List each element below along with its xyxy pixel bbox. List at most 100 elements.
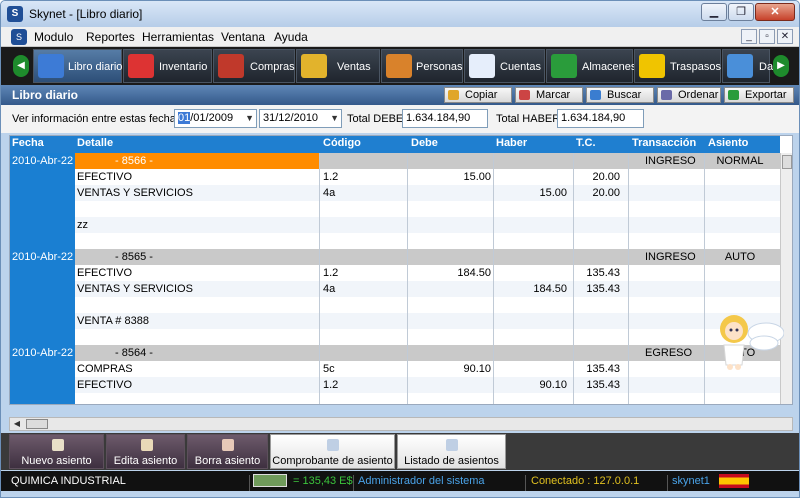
table-row[interactable]: zz	[75, 217, 780, 233]
angel-mascot-icon	[720, 315, 784, 370]
hscroll-thumb[interactable]	[26, 419, 48, 429]
table-row[interactable]	[75, 201, 780, 217]
toolbar-cuentas[interactable]: Cuentas	[464, 49, 545, 83]
borra-asiento-button[interactable]: Borra asiento	[187, 434, 268, 469]
group-row[interactable]: - 8566 - INGRESO NORMAL	[75, 153, 780, 169]
toolbar-da[interactable]: Da	[722, 49, 773, 83]
toolbar-almacenes[interactable]: Almacenes	[546, 49, 636, 83]
book-icon	[38, 54, 64, 78]
table-row[interactable]: EFECTIVO 1.2 90.10 135.43	[75, 377, 780, 393]
mdi-close-button[interactable]: ✕	[777, 29, 793, 44]
table-row[interactable]	[75, 233, 780, 249]
ordenar-button[interactable]: Ordenar	[657, 87, 721, 103]
table-row[interactable]	[75, 297, 780, 313]
cell-detalle: EFECTIVO	[77, 171, 133, 183]
cell-detalle: EFECTIVO	[77, 267, 133, 279]
group-transaccion: EGRESO	[645, 347, 693, 359]
cell-codigo: 4a	[323, 283, 336, 295]
toolbar-personas[interactable]: Personas	[381, 49, 463, 83]
menu-ayuda[interactable]: Ayuda	[274, 30, 308, 44]
col-haber[interactable]: Haber	[496, 137, 527, 149]
company-name: QUIMICA INDUSTRIAL	[11, 475, 126, 487]
comprobante-button[interactable]: Comprobante de asiento	[270, 434, 395, 469]
table-row[interactable]	[75, 393, 780, 404]
group-transaccion: INGRESO	[645, 155, 696, 167]
group-row[interactable]: - 8565 - INGRESO AUTO	[75, 249, 780, 265]
bottom-action-bar: Nuevo asiento Edita asiento Borra asient…	[1, 433, 799, 470]
list-icon	[446, 439, 458, 451]
spain-flag-icon	[719, 474, 749, 488]
group-transaccion: INGRESO	[645, 251, 696, 263]
col-codigo[interactable]: Código	[323, 137, 361, 149]
col-tc[interactable]: T.C.	[576, 137, 596, 149]
cart-icon	[218, 54, 244, 78]
table-row[interactable]: EFECTIVO 1.2 15.00 20.00	[75, 169, 780, 185]
group-date: 2010-Abr-22	[12, 155, 74, 167]
col-debe[interactable]: Debe	[411, 137, 438, 149]
marcar-button[interactable]: Marcar	[515, 87, 583, 103]
cell-haber: 184.50	[533, 283, 567, 295]
group-date: 2010-Abr-22	[12, 251, 74, 263]
dropdown-arrow-icon[interactable]: ▼	[330, 110, 339, 127]
copiar-button[interactable]: Copiar	[444, 87, 512, 103]
date-to-picker[interactable]: 31/12/2010 ▼	[259, 109, 342, 128]
table-row[interactable]: VENTAS Y SERVICIOS 4a 184.50 135.43	[75, 281, 780, 297]
cell-debe: 15.00	[463, 171, 491, 183]
toolbar-traspasos[interactable]: Traspasos	[634, 49, 721, 83]
date-from-picker[interactable]: 01/01/2009 ▼	[174, 109, 257, 128]
toolbar-next-icon[interactable]: ▶	[773, 55, 789, 77]
table-row[interactable]: EFECTIVO 1.2 184.50 135.43	[75, 265, 780, 281]
dollar-bill-icon	[253, 474, 287, 487]
toolbar-compras[interactable]: Compras	[213, 49, 295, 83]
table-row[interactable]: COMPRAS 5c 90.10 135.43	[75, 361, 780, 377]
title-bar[interactable]: S Skynet - [Libro diario] ▁ ❐ ✕	[1, 1, 799, 27]
mark-icon	[519, 90, 530, 100]
box-icon	[128, 54, 154, 78]
cell-detalle: VENTAS Y SERVICIOS	[77, 283, 193, 295]
delete-doc-icon	[222, 439, 234, 451]
toolbar-inventario[interactable]: Inventario	[123, 49, 212, 83]
menu-modulo[interactable]: Modulo	[34, 30, 73, 44]
horizontal-scrollbar[interactable]: ◀	[9, 417, 793, 431]
col-transaccion[interactable]: Transacción	[632, 137, 696, 149]
table-row[interactable]: VENTAS Y SERVICIOS 4a 15.00 20.00	[75, 185, 780, 201]
listado-button[interactable]: Listado de asientos	[397, 434, 506, 469]
cell-detalle: VENTA # 8388	[77, 315, 149, 327]
mdi-minimize-button[interactable]: _	[741, 29, 757, 44]
minimize-button[interactable]: ▁	[701, 3, 727, 21]
menu-reportes[interactable]: Reportes	[86, 30, 135, 44]
table-row[interactable]: VENTA # 8388	[75, 313, 780, 329]
exportar-button[interactable]: Exportar	[724, 87, 794, 103]
app-menu-icon[interactable]: S	[11, 29, 27, 45]
edita-asiento-button[interactable]: Edita asiento	[106, 434, 185, 469]
cell-tc: 20.00	[592, 171, 620, 183]
table-row[interactable]	[75, 329, 780, 345]
scroll-thumb[interactable]	[782, 155, 792, 169]
menu-ventana[interactable]: Ventana	[221, 30, 265, 44]
toolbar-prev-icon[interactable]: ◀	[13, 55, 29, 77]
dropdown-arrow-icon[interactable]: ▼	[245, 110, 254, 127]
col-asiento[interactable]: Asiento	[708, 137, 748, 149]
date-filter-bar: Ver información entre estas fechas: 01/0…	[1, 105, 799, 133]
close-button[interactable]: ✕	[755, 3, 795, 21]
date-from-value: /01/2009	[190, 112, 234, 124]
group-asiento: AUTO	[724, 251, 756, 263]
nuevo-asiento-button[interactable]: Nuevo asiento	[9, 434, 104, 469]
mdi-restore-button[interactable]: ▫	[759, 29, 775, 44]
menu-herramientas[interactable]: Herramientas	[142, 30, 214, 44]
col-fecha[interactable]: Fecha	[12, 137, 44, 149]
buscar-button[interactable]: Buscar	[586, 87, 654, 103]
group-asiento: NORMAL	[716, 155, 764, 167]
cell-tc: 135.43	[586, 267, 620, 279]
group-row[interactable]: - 8564 -EGRESOAUTO	[75, 345, 780, 361]
maximize-button[interactable]: ❐	[728, 3, 754, 21]
app-window: S Skynet - [Libro diario] ▁ ❐ ✕ S Modulo…	[0, 0, 800, 498]
journal-table[interactable]: Fecha Detalle Código Debe Haber T.C. Tra…	[9, 135, 793, 405]
col-detalle[interactable]: Detalle	[77, 137, 113, 149]
toolbar-ventas[interactable]: Ventas	[296, 49, 380, 83]
current-user: Administrador del sistema	[358, 475, 485, 487]
scroll-left-icon[interactable]: ◀	[10, 418, 24, 430]
section-title: Libro diario	[12, 88, 78, 102]
toolbar-libro-diario[interactable]: Libro diario	[33, 49, 122, 83]
total-debe-label: Total DEBE:	[347, 113, 407, 125]
